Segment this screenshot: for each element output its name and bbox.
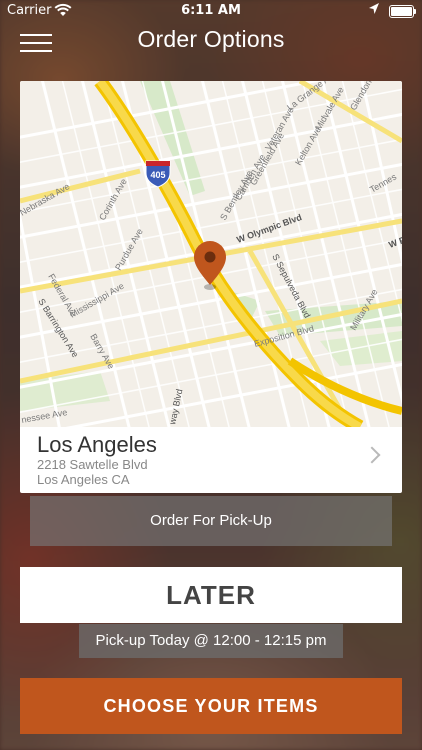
- choose-items-button[interactable]: CHOOSE YOUR ITEMS: [20, 678, 402, 734]
- later-button[interactable]: LATER: [20, 567, 402, 623]
- page-title: Order Options: [137, 26, 285, 52]
- battery-icon: [389, 5, 416, 18]
- location-address-line1: 2218 Sawtelle Blvd: [37, 457, 148, 472]
- pickup-time-label[interactable]: Pick-up Today @ 12:00 - 12:15 pm: [79, 624, 343, 658]
- status-time: 6:11 AM: [181, 3, 241, 18]
- location-name: Los Angeles: [37, 432, 157, 457]
- status-bar: Carrier 6:11 AM: [0, 0, 422, 22]
- map-view[interactable]: 405 La Grange Av Midvale Ave Glendon Av …: [20, 81, 402, 427]
- chevron-right-icon[interactable]: [363, 446, 381, 464]
- order-type-button[interactable]: Order For Pick-Up: [30, 496, 392, 546]
- location-card[interactable]: Los Angeles 2218 Sawtelle Blvd Los Angel…: [20, 427, 402, 493]
- location-address-line2: Los Angeles CA: [37, 472, 130, 487]
- location-arrow-icon: [368, 2, 380, 20]
- interstate-label: 405: [150, 170, 165, 180]
